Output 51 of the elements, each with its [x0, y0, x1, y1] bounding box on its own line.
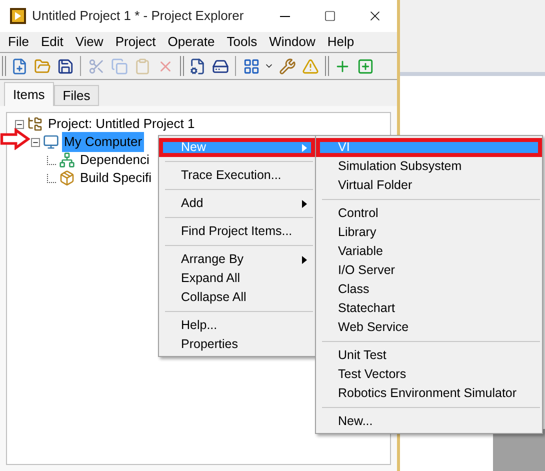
- menu-item[interactable]: Arrange By: [159, 250, 315, 269]
- submenu-arrow-icon: [302, 256, 307, 264]
- menu-item[interactable]: Unit Test: [316, 346, 542, 365]
- menu-item[interactable]: Robotics Environment Simulator: [316, 384, 542, 403]
- tree-item[interactable]: Build Specifi: [78, 168, 154, 188]
- tree-item[interactable]: My Computer: [62, 132, 144, 152]
- menu-bar-item[interactable]: Help: [321, 32, 360, 52]
- menu-item[interactable]: Virtual Folder: [316, 176, 542, 195]
- tree-item[interactable]: Dependenci: [78, 150, 152, 170]
- menu-item[interactable]: I/O Server: [316, 261, 542, 280]
- menu-bar-item[interactable]: Operate: [162, 32, 221, 52]
- menu-item[interactable]: Class: [316, 280, 542, 299]
- submenu-arrow-icon: [302, 200, 307, 208]
- maximize-icon: [324, 10, 336, 22]
- menu-item[interactable]: Properties: [159, 335, 315, 354]
- menu-bar-item[interactable]: Edit: [34, 32, 70, 52]
- computer-icon: [43, 134, 59, 150]
- app-logo-icon: [10, 8, 26, 24]
- menu-item[interactable]: Find Project Items...: [159, 222, 315, 241]
- menu-bar-item[interactable]: Tools: [220, 32, 264, 52]
- menu-item[interactable]: Simulation Subsystem: [316, 157, 542, 176]
- wrench-icon[interactable]: [277, 56, 297, 76]
- box-icon: [59, 170, 75, 186]
- toolbar-grip: [325, 56, 329, 76]
- window-title: Untitled Project 1 * - Project Explorer: [32, 7, 244, 26]
- tree-item[interactable]: Project: Untitled Project 1: [46, 114, 197, 134]
- menu-item[interactable]: Web Service: [316, 318, 542, 337]
- toolbar-grip: [2, 56, 6, 76]
- tab[interactable]: Items: [4, 82, 54, 106]
- tab[interactable]: Files: [54, 85, 100, 106]
- project-icon: [27, 116, 43, 132]
- menu-bar-item[interactable]: File: [2, 32, 35, 52]
- menu-bar-item[interactable]: Project: [109, 32, 162, 52]
- collapse-toggle[interactable]: [31, 138, 40, 146]
- menu-bar-item[interactable]: Window: [263, 32, 322, 52]
- dependencies-icon: [59, 152, 75, 168]
- menu-item[interactable]: Expand All: [159, 269, 315, 288]
- menu-item[interactable]: New...: [316, 412, 542, 431]
- menu-item[interactable]: Trace Execution...: [159, 166, 315, 185]
- menu-item[interactable]: Statechart: [316, 299, 542, 318]
- menu-bar-item[interactable]: View: [69, 32, 110, 52]
- menu-item[interactable]: Library: [316, 223, 542, 242]
- submenu-arrow-icon: [302, 144, 307, 152]
- menu-item[interactable]: Help...: [159, 316, 315, 335]
- menu-item[interactable]: Add: [159, 194, 315, 213]
- menu-item[interactable]: Variable: [316, 242, 542, 261]
- toolbar-grip: [180, 56, 184, 76]
- menu-item[interactable]: Test Vectors: [316, 365, 542, 384]
- collapse-toggle[interactable]: [15, 120, 24, 128]
- menu-item[interactable]: Control: [316, 204, 542, 223]
- menu-item[interactable]: Collapse All: [159, 288, 315, 307]
